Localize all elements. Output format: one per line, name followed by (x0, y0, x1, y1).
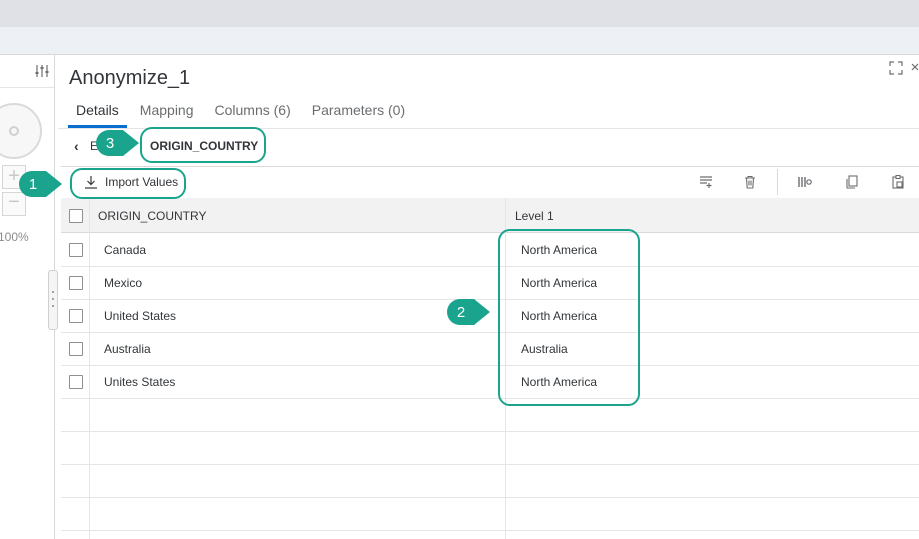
back-arrow-icon[interactable]: ‹ (74, 138, 88, 154)
select-all-checkbox[interactable] (69, 209, 83, 223)
row-checkbox[interactable] (69, 342, 83, 356)
tab-parameters[interactable]: Parameters (0) (304, 102, 413, 128)
empty-row (61, 464, 919, 498)
canvas-pane: + − 100% (0, 55, 55, 539)
empty-row (61, 398, 919, 432)
origin-country-cell: Canada (104, 243, 147, 257)
callout-outline-level1 (498, 229, 640, 406)
table-header: ORIGIN_COUNTRY Level 1 (61, 198, 919, 233)
callout-badge-1: 1 (18, 170, 62, 198)
table-toolbar: Import Values (61, 166, 919, 199)
origin-country-cell: Unites States (104, 375, 176, 389)
expand-icon[interactable] (889, 61, 903, 75)
toolbar-separator (777, 169, 778, 195)
tab-details[interactable]: Details (68, 102, 127, 128)
copy-icon[interactable] (844, 174, 860, 190)
add-row-icon[interactable] (698, 174, 714, 190)
row-checkbox[interactable] (69, 375, 83, 389)
table-row[interactable]: Canada North America (61, 233, 919, 267)
table-row[interactable]: Australia Australia (61, 332, 919, 366)
tab-bar: Details Mapping Columns (6) Parameters (… (68, 102, 418, 128)
mapping-table: ORIGIN_COUNTRY Level 1 Canada North Amer… (61, 198, 919, 539)
delete-icon[interactable] (742, 174, 758, 190)
table-row[interactable]: Mexico North America (61, 266, 919, 300)
empty-row (61, 497, 919, 531)
paste-icon[interactable] (890, 174, 906, 190)
row-checkbox[interactable] (69, 276, 83, 290)
column-header-level-1[interactable]: Level 1 (515, 209, 554, 223)
tab-mapping[interactable]: Mapping (132, 102, 202, 128)
close-icon[interactable] (911, 61, 919, 75)
column-settings-icon[interactable] (797, 174, 813, 190)
page-title: Anonymize_1 (69, 67, 191, 89)
pane-splitter-handle[interactable] (48, 270, 58, 330)
adjust-settings-icon[interactable] (34, 63, 50, 79)
callout-badge-3: 3 (95, 129, 139, 157)
pan-control[interactable] (0, 103, 42, 159)
browser-top-bar (0, 0, 919, 27)
row-checkbox[interactable] (69, 243, 83, 257)
app-header-bar (0, 27, 919, 55)
origin-country-cell: Australia (104, 342, 151, 356)
column-divider (89, 198, 90, 539)
zoom-level: 100% (0, 230, 29, 244)
tab-columns[interactable]: Columns (6) (207, 102, 299, 128)
table-row[interactable]: Unites States North America (61, 365, 919, 399)
origin-country-cell: United States (104, 309, 177, 323)
empty-row (61, 431, 919, 465)
canvas-pane-header (0, 55, 54, 88)
origin-country-cell: Mexico (104, 276, 143, 290)
column-header-origin-country[interactable]: ORIGIN_COUNTRY (98, 209, 206, 223)
callout-outline-breadcrumb (140, 127, 266, 163)
callout-outline-import (70, 168, 186, 199)
pan-center-icon (9, 126, 19, 136)
header-actions (889, 61, 919, 77)
row-checkbox[interactable] (69, 309, 83, 323)
callout-badge-2: 2 (446, 298, 490, 326)
